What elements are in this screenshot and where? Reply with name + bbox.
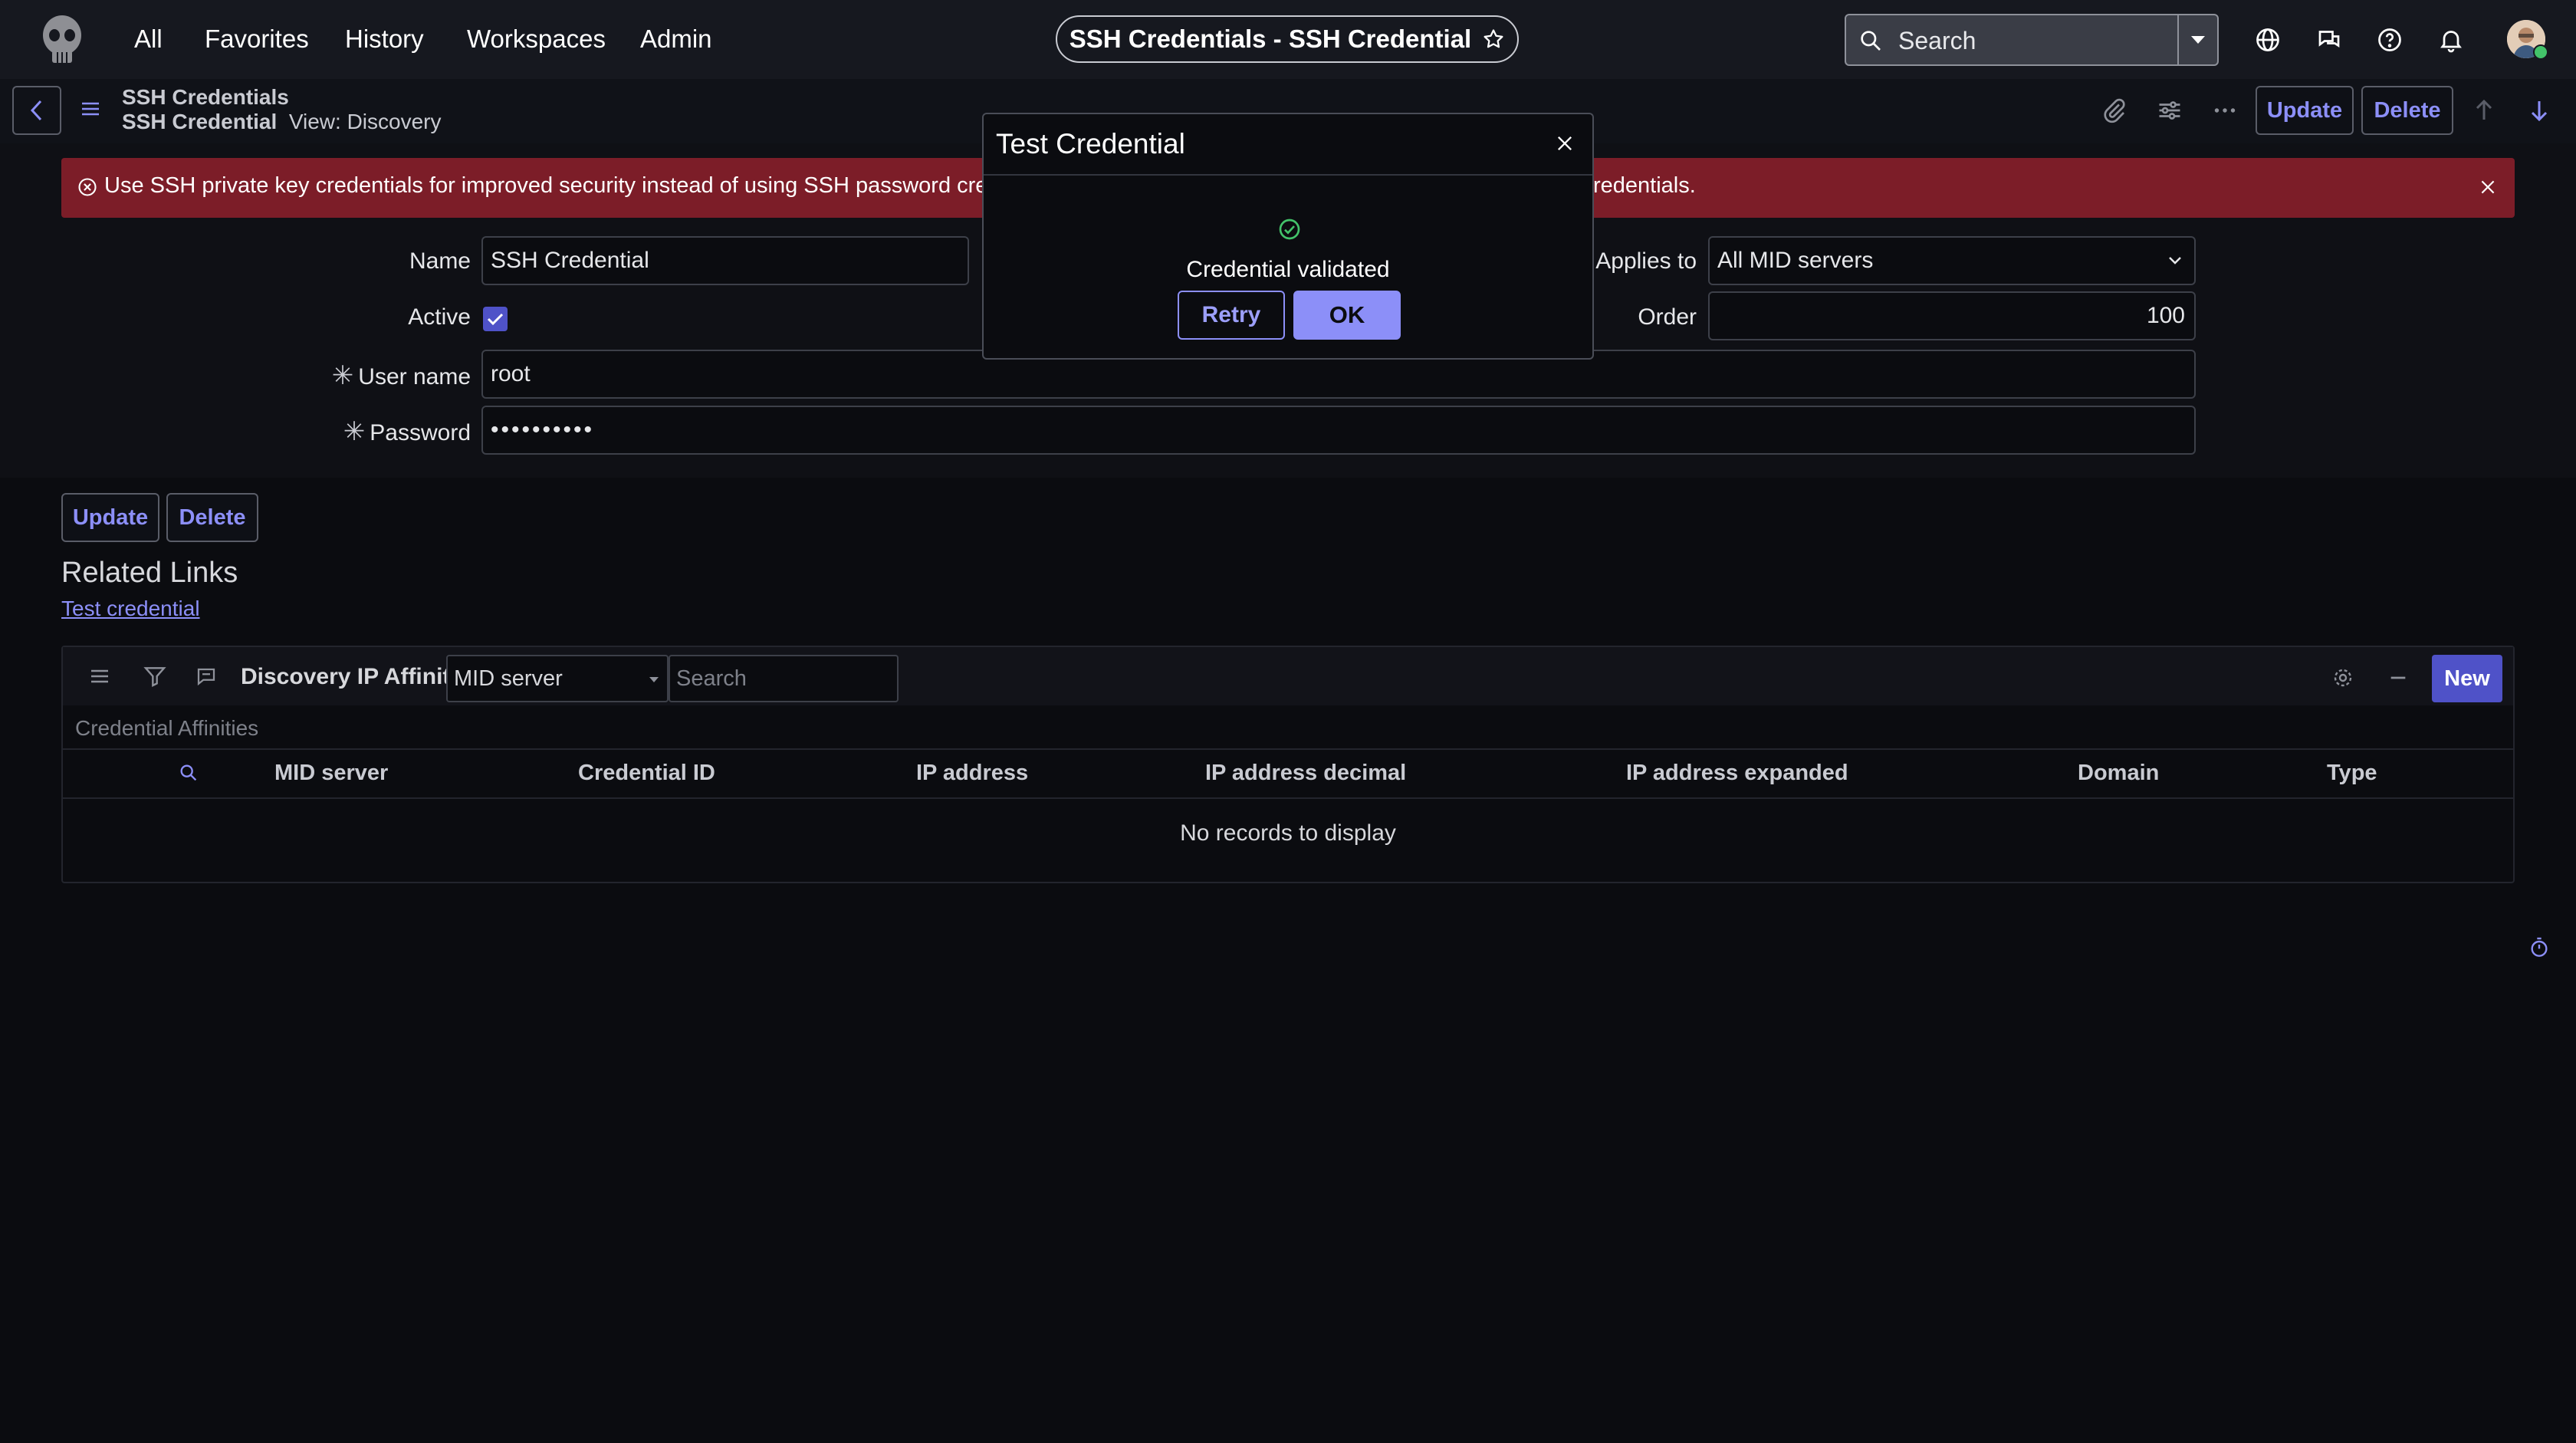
required-asterisk-icon: ✳ xyxy=(343,417,366,446)
modal-message: Credential validated xyxy=(1186,257,1390,282)
error-circle-icon xyxy=(77,176,98,198)
retry-button[interactable]: Retry xyxy=(1178,291,1285,340)
empty-state-message: No records to display xyxy=(1180,820,1396,846)
related-list-discovery-ip-affinity: Discovery IP Affinity MID server Search … xyxy=(61,646,2515,883)
nav-all[interactable]: All xyxy=(134,20,163,58)
password-label-text: Password xyxy=(370,420,471,445)
password-field[interactable]: •••••••••• xyxy=(481,406,2196,455)
column-type[interactable]: Type xyxy=(2327,761,2377,786)
test-credential-modal: Test Credential Credential validated Ret… xyxy=(982,113,1594,360)
record-subtitle: SSH Credential View: Discovery xyxy=(122,110,442,134)
comment-icon[interactable] xyxy=(195,666,218,689)
search-icon xyxy=(1858,28,1883,53)
paperclip-icon[interactable] xyxy=(2101,97,2128,124)
related-list-title: Discovery IP Affinity xyxy=(241,664,464,689)
nav-workspaces[interactable]: Workspaces xyxy=(467,20,606,58)
chat-icon[interactable] xyxy=(2315,26,2343,54)
search-field-value: MID server xyxy=(454,666,563,691)
more-options-icon[interactable] xyxy=(2211,97,2239,124)
record-title: SSH Credentials xyxy=(122,85,289,109)
nav-admin[interactable]: Admin xyxy=(640,20,712,58)
ok-button[interactable]: OK xyxy=(1293,291,1401,340)
related-list-search-input[interactable]: Search xyxy=(669,655,899,702)
search-field-select[interactable]: MID server xyxy=(446,655,669,702)
column-mid-server[interactable]: MID server xyxy=(274,761,388,786)
timer-icon[interactable] xyxy=(2527,935,2551,960)
password-label: ✳ Password xyxy=(343,416,471,447)
star-icon[interactable] xyxy=(1482,28,1505,51)
check-circle-icon xyxy=(1277,217,1302,242)
help-icon[interactable] xyxy=(2376,26,2404,54)
checkmark-icon xyxy=(487,313,504,326)
arrow-down-icon[interactable] xyxy=(2525,97,2553,124)
global-search-input[interactable] xyxy=(1897,23,2160,58)
modal-header: Test Credential xyxy=(984,114,1592,176)
settings-sliders-icon[interactable] xyxy=(2156,97,2183,124)
record-view[interactable]: View: Discovery xyxy=(289,110,442,133)
logo-icon[interactable] xyxy=(37,12,87,66)
arrow-up-icon[interactable] xyxy=(2470,97,2498,124)
column-ip-address[interactable]: IP address xyxy=(916,761,1028,786)
column-credential-id[interactable]: Credential ID xyxy=(578,761,715,786)
active-label: Active xyxy=(408,304,471,330)
context-title: SSH Credentials - SSH Credential xyxy=(1069,25,1472,53)
table-header: MID server Credential ID IP address IP a… xyxy=(63,748,2513,799)
applies-to-label: Applies to xyxy=(1595,248,1697,274)
alert-message-tail: redentials. xyxy=(1593,173,1696,198)
username-label: ✳ User name xyxy=(332,360,471,391)
column-ip-address-decimal[interactable]: IP address decimal xyxy=(1205,761,1406,786)
close-icon[interactable] xyxy=(2478,177,2498,197)
name-field[interactable]: SSH Credential xyxy=(481,236,969,285)
active-checkbox[interactable] xyxy=(483,307,508,331)
chevron-left-icon xyxy=(30,100,42,121)
username-label-text: User name xyxy=(358,364,471,390)
form-update-button[interactable]: Update xyxy=(61,493,159,542)
column-search-icon[interactable] xyxy=(178,762,199,784)
modal-close-icon[interactable] xyxy=(1554,133,1576,154)
order-field[interactable]: 100 xyxy=(1708,291,2196,340)
column-ip-address-expanded[interactable]: IP address expanded xyxy=(1626,761,1848,786)
required-asterisk-icon: ✳ xyxy=(331,361,354,390)
globe-icon[interactable] xyxy=(2254,26,2282,54)
global-search[interactable] xyxy=(1845,14,2219,66)
search-scope-dropdown[interactable] xyxy=(2177,15,2217,64)
header-update-button[interactable]: Update xyxy=(2256,86,2354,135)
related-list-toolbar: Discovery IP Affinity MID server Search … xyxy=(63,647,2513,705)
nav-history[interactable]: History xyxy=(345,20,424,58)
back-button[interactable] xyxy=(12,86,61,135)
bell-icon[interactable] xyxy=(2437,26,2465,54)
filter-icon[interactable] xyxy=(143,664,167,689)
order-label: Order xyxy=(1638,304,1697,330)
applies-to-value: All MID servers xyxy=(1717,248,1874,273)
test-credential-link[interactable]: Test credential xyxy=(61,597,200,621)
context-title-pill[interactable]: SSH Credentials - SSH Credential xyxy=(1056,15,1519,63)
caret-down-icon xyxy=(649,676,659,684)
column-domain[interactable]: Domain xyxy=(2078,761,2159,786)
related-links-heading: Related Links xyxy=(61,557,238,589)
alert-message: Use SSH private key credentials for impr… xyxy=(104,173,1037,198)
modal-title: Test Credential xyxy=(996,128,1185,159)
online-status-badge xyxy=(2533,44,2548,60)
new-record-button[interactable]: New xyxy=(2432,655,2502,702)
collapse-icon[interactable] xyxy=(2386,666,2410,690)
header-delete-button[interactable]: Delete xyxy=(2361,86,2453,135)
related-list-caption: Credential Affinities xyxy=(75,716,259,740)
applies-to-select[interactable]: All MID servers xyxy=(1708,236,2196,285)
list-menu-icon[interactable] xyxy=(89,667,110,685)
nav-favorites[interactable]: Favorites xyxy=(205,20,309,58)
gear-icon[interactable] xyxy=(2331,666,2355,690)
name-label: Name xyxy=(409,248,471,274)
chevron-down-icon xyxy=(2167,255,2183,267)
record-name: SSH Credential xyxy=(122,110,278,133)
form-delete-button[interactable]: Delete xyxy=(166,493,258,542)
menu-icon[interactable] xyxy=(80,100,101,118)
